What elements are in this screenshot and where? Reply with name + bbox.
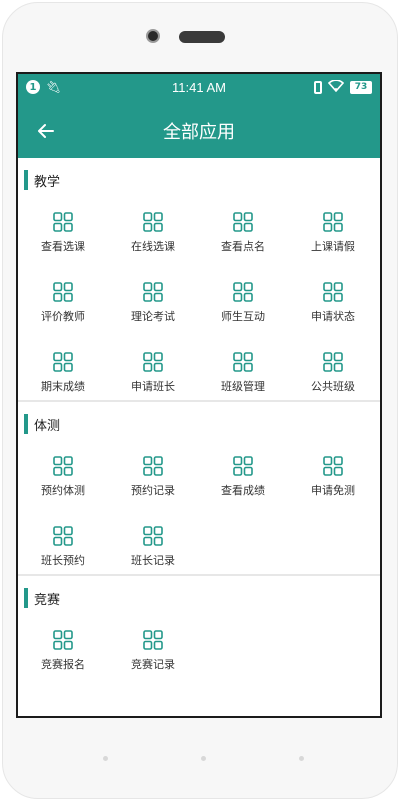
section-accent-bar xyxy=(24,170,28,190)
app-grid-item-label: 在线选课 xyxy=(131,240,175,253)
app-grid-item[interactable]: 查看点名 xyxy=(198,190,288,260)
grid-four-squares-icon xyxy=(233,456,253,476)
app-grid-item-label: 查看点名 xyxy=(221,240,265,253)
section-header: 竞赛 xyxy=(18,576,380,608)
app-grid: 查看选课 在线选课 查看点名 上课请假评价教师 理论考试 师生互动 申请状态期末成绩 申请班长… xyxy=(18,190,380,400)
section-title: 竞赛 xyxy=(34,593,61,608)
section-title: 教学 xyxy=(34,175,61,190)
earpiece-speaker xyxy=(179,31,225,43)
grid-four-squares-icon xyxy=(323,282,343,302)
app-grid-item-label: 班级管理 xyxy=(221,380,265,393)
page-title: 全部应用 xyxy=(163,122,235,143)
app-grid-item-label: 竞赛报名 xyxy=(41,658,85,671)
app-grid-item[interactable]: 申请班长 xyxy=(108,330,198,400)
app-grid-item-label: 上课请假 xyxy=(311,240,355,253)
app-grid-item-label: 竞赛记录 xyxy=(131,658,175,671)
app-grid-item[interactable]: 查看成绩 xyxy=(198,434,288,504)
app-grid-item[interactable]: 查看选课 xyxy=(18,190,108,260)
grid-four-squares-icon xyxy=(53,352,73,372)
app-grid-item-label: 申请免测 xyxy=(311,484,355,497)
nav-dot xyxy=(299,756,304,761)
section-accent-bar xyxy=(24,588,28,608)
app-grid-item[interactable]: 申请免测 xyxy=(288,434,378,504)
app-grid-item-label: 期末成绩 xyxy=(41,380,85,393)
wifi-icon xyxy=(327,79,345,95)
app-grid-item[interactable]: 在线选课 xyxy=(108,190,198,260)
app-grid-item[interactable]: 预约体测 xyxy=(18,434,108,504)
app-grid: 竞赛报名 竞赛记录 xyxy=(18,608,380,678)
app-grid-item[interactable]: 评价教师 xyxy=(18,260,108,330)
grid-four-squares-icon xyxy=(53,212,73,232)
grid-four-squares-icon xyxy=(143,352,163,372)
app-grid-item-label: 理论考试 xyxy=(131,310,175,323)
grid-four-squares-icon xyxy=(53,526,73,546)
section-accent-bar xyxy=(24,414,28,434)
grid-four-squares-icon xyxy=(233,352,253,372)
app-grid-item-label: 预约体测 xyxy=(41,484,85,497)
grid-four-squares-icon xyxy=(233,282,253,302)
app-grid-item[interactable]: 理论考试 xyxy=(108,260,198,330)
app-grid-item-label: 查看成绩 xyxy=(221,484,265,497)
app-grid-item-label: 评价教师 xyxy=(41,310,85,323)
app-grid-item-label: 查看选课 xyxy=(41,240,85,253)
app-grid-item[interactable]: 班长预约 xyxy=(18,504,108,574)
section-header: 教学 xyxy=(18,158,380,190)
app-grid-item[interactable]: 竞赛报名 xyxy=(18,608,108,678)
app-bar: 全部应用 xyxy=(18,104,380,158)
grid-four-squares-icon xyxy=(53,282,73,302)
app-grid-item[interactable]: 班级管理 xyxy=(198,330,288,400)
section-title: 体测 xyxy=(34,419,61,434)
nav-dot xyxy=(201,756,206,761)
vibrate-icon xyxy=(314,81,322,94)
section: 竞赛竞赛报名 竞赛记录 xyxy=(18,576,380,678)
status-bar: 1 🔌︎ 11:41 AM 73 xyxy=(18,74,380,104)
grid-four-squares-icon xyxy=(143,456,163,476)
grid-four-squares-icon xyxy=(143,212,163,232)
app-sections: 教学 查看选课 在线选课 查看点名 上课请假 评价教师 理论考试 师生互动 申请状态 期末成绩 申请… xyxy=(18,158,380,678)
app-grid-item-label: 师生互动 xyxy=(221,310,265,323)
app-grid-item-label: 公共班级 xyxy=(311,380,355,393)
grid-four-squares-icon xyxy=(53,630,73,650)
grid-four-squares-icon xyxy=(323,352,343,372)
status-right: 73 xyxy=(314,79,372,95)
grid-four-squares-icon xyxy=(143,630,163,650)
section: 体测预约体测 预约记录 查看成绩 申请免测班长预约 班长记录 xyxy=(18,402,380,574)
app-grid-item[interactable]: 申请状态 xyxy=(288,260,378,330)
section: 教学查看选课 在线选课 查看点名 上课请假评价教师 理论考试 师生互动 申请状态期末成绩 申请… xyxy=(18,158,380,400)
grid-four-squares-icon xyxy=(143,526,163,546)
app-grid-item[interactable]: 师生互动 xyxy=(198,260,288,330)
app-grid-item[interactable]: 公共班级 xyxy=(288,330,378,400)
app-grid-item-label: 申请班长 xyxy=(131,380,175,393)
grid-four-squares-icon xyxy=(323,212,343,232)
battery-indicator: 73 xyxy=(350,81,372,94)
app-grid-item-label: 班长预约 xyxy=(41,554,85,567)
grid-four-squares-icon xyxy=(53,456,73,476)
app-grid: 预约体测 预约记录 查看成绩 申请免测班长预约 班长记录 xyxy=(18,434,380,574)
app-grid-item[interactable]: 上课请假 xyxy=(288,190,378,260)
app-grid-item-label: 班长记录 xyxy=(131,554,175,567)
grid-four-squares-icon xyxy=(143,282,163,302)
app-grid-item[interactable]: 班长记录 xyxy=(108,504,198,574)
app-grid-item[interactable]: 竞赛记录 xyxy=(108,608,198,678)
app-grid-item-label: 申请状态 xyxy=(311,310,355,323)
app-grid-item[interactable]: 预约记录 xyxy=(108,434,198,504)
app-grid-item-label: 预约记录 xyxy=(131,484,175,497)
app-grid-item[interactable]: 期末成绩 xyxy=(18,330,108,400)
app-screen: 1 🔌︎ 11:41 AM 73 全部应用 教学查看选课 在线选课 查看点名 上课请假… xyxy=(16,72,382,718)
section-header: 体测 xyxy=(18,402,380,434)
grid-four-squares-icon xyxy=(233,212,253,232)
grid-four-squares-icon xyxy=(323,456,343,476)
nav-dot xyxy=(103,756,108,761)
front-camera xyxy=(146,29,160,43)
